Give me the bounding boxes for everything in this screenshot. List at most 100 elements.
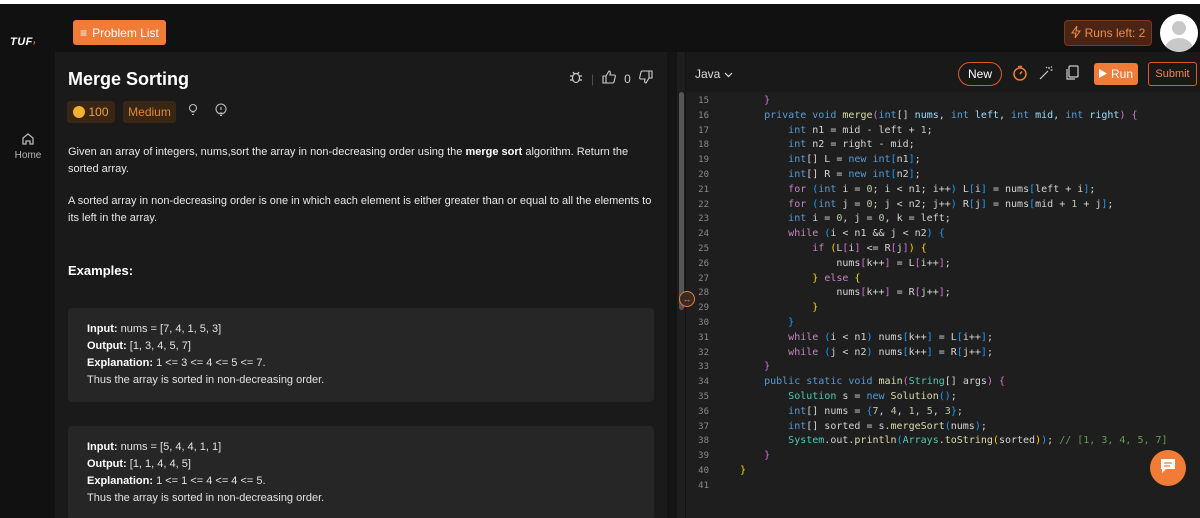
code-text: int[] nums = {7, 4, 1, 5, 3}; <box>788 405 963 417</box>
example-input: Input: nums = [5, 4, 4, 1, 1] <box>87 439 635 456</box>
code-line: 15 } <box>686 94 1200 109</box>
tuf-logo[interactable]: TUF› <box>10 36 36 48</box>
line-number: 26 <box>698 258 709 269</box>
sidebar-item-label: Home <box>14 150 42 161</box>
line-number: 30 <box>698 317 709 328</box>
run-button[interactable]: Run <box>1094 63 1138 85</box>
logo-text: TUF <box>10 36 33 48</box>
example-explanation: Explanation: 1 <= 1 <= 4 <= 4 <= 5. <box>87 473 635 490</box>
code-text: public static void main(String[] args) { <box>764 376 1006 388</box>
line-number: 16 <box>698 110 709 121</box>
output-value: [1, 3, 4, 5, 7] <box>126 340 191 352</box>
copy-icon[interactable] <box>1065 65 1079 86</box>
new-button[interactable]: New <box>958 62 1002 86</box>
code-text: } <box>788 316 795 328</box>
explanation-value: 1 <= 1 <= 4 <= 4 <= 5. <box>153 475 266 487</box>
code-text: nums[k++] = R[j++]; <box>740 287 951 299</box>
code-line: 20 int[] R = new int[n2]; <box>686 168 1200 183</box>
code-line: 35 Solution s = new Solution(); <box>686 390 1200 405</box>
code-line: 36 int[] nums = {7, 4, 1, 5, 3}; <box>686 405 1200 420</box>
sidebar-item-home[interactable]: Home <box>6 132 50 161</box>
code-text: int[] R = new int[n2]; <box>788 168 921 180</box>
page-title: Merge Sorting <box>68 69 190 89</box>
runs-left-button[interactable]: Runs left: 2 <box>1064 20 1152 46</box>
run-label: Run <box>1110 67 1133 81</box>
sidebar: Home <box>0 52 55 518</box>
code-line: 22 for (int j = 0; j < n2; j++) R[j] = n… <box>686 198 1200 213</box>
line-number: 40 <box>698 465 709 476</box>
description-bold: merge sort <box>465 146 523 158</box>
home-icon <box>6 132 50 146</box>
magic-wand-icon[interactable] <box>1038 65 1054 86</box>
coins-badge: 100 <box>67 101 115 123</box>
code-line: 30 } <box>686 316 1200 331</box>
code-text: int[] L = new int[n1]; <box>788 154 921 166</box>
line-number: 34 <box>698 377 709 388</box>
feedback-button[interactable] <box>1150 450 1186 486</box>
code-line: 28 nums[k++] = R[j++]; <box>686 286 1200 301</box>
code-text: int[] sorted = s.mergeSort(nums); <box>788 420 987 432</box>
code-text: Solution s = new Solution(); <box>788 390 957 402</box>
code-text: int n1 = mid - left + 1; <box>788 124 933 136</box>
code-line: 38 System.out.println(Arrays.toString(so… <box>686 434 1200 449</box>
examples-heading: Examples: <box>68 263 134 278</box>
code-text: int n2 = right - mid; <box>788 139 915 151</box>
line-number: 21 <box>698 184 709 195</box>
line-number: 41 <box>698 480 709 491</box>
code-text: nums[k++] = L[i++]; <box>740 257 951 269</box>
code-line: 26 nums[k++] = L[i++]; <box>686 257 1200 272</box>
code-line: 16 private void merge(int[] nums, int le… <box>686 109 1200 124</box>
line-number: 15 <box>698 96 709 106</box>
example-output: Output: [1, 3, 4, 5, 7] <box>87 338 635 355</box>
code-text: } <box>812 302 819 314</box>
resize-handle[interactable]: ↔ <box>679 291 695 307</box>
problem-list-button[interactable]: ≡ Problem List <box>73 20 166 45</box>
line-number: 38 <box>698 436 709 447</box>
code-line: 37 int[] sorted = s.mergeSort(nums); <box>686 420 1200 435</box>
problem-description: Given an array of integers, nums,sort th… <box>68 144 658 178</box>
explanation-label: Explanation: <box>87 475 154 487</box>
submit-button[interactable]: Submit <box>1148 62 1197 86</box>
example-box: Input: nums = [7, 4, 1, 5, 3] Output: [1… <box>68 308 654 402</box>
output-value: [1, 1, 4, 4, 5] <box>126 458 191 470</box>
hint-icon[interactable] <box>187 103 199 120</box>
play-icon <box>1098 67 1107 81</box>
code-text: System.out.println(Arrays.toString(sorte… <box>788 435 1168 447</box>
input-value: nums = [5, 4, 4, 1, 1] <box>117 441 222 453</box>
like-count: 0 <box>624 71 631 86</box>
example-note: Thus the array is sorted in non-decreasi… <box>87 374 325 386</box>
example-note: Thus the array is sorted in non-decreasi… <box>87 492 325 504</box>
code-text: } <box>764 450 771 462</box>
code-text: } <box>764 95 771 106</box>
code-editor[interactable]: Java New Run Submit 15 } 16 private void… <box>686 52 1200 518</box>
language-select[interactable]: Java <box>695 67 733 81</box>
like-icon[interactable] <box>602 70 617 87</box>
line-number: 32 <box>698 347 709 358</box>
code-text: private void merge(int[] nums, int left,… <box>764 109 1138 121</box>
problem-list-label: Problem List <box>92 25 159 40</box>
avatar[interactable] <box>1160 14 1198 52</box>
code-line: 27 } else { <box>686 272 1200 287</box>
line-number: 23 <box>698 214 709 225</box>
timer-icon[interactable] <box>1012 65 1028 86</box>
code-text: } <box>740 464 747 476</box>
code-line: 17 int n1 = mid - left + 1; <box>686 124 1200 139</box>
scrollbar-thumb[interactable] <box>679 92 684 310</box>
dislike-icon[interactable] <box>638 70 653 87</box>
example-explanation: Explanation: 1 <= 3 <= 4 <= 5 <= 7. <box>87 355 635 372</box>
lightbulb-icon[interactable] <box>214 103 228 120</box>
runs-left-label: Runs left: 2 <box>1084 26 1146 40</box>
submit-label: Submit <box>1155 68 1190 80</box>
avatar-head <box>1172 21 1186 35</box>
language-label: Java <box>695 67 721 81</box>
code-line: 18 int n2 = right - mid; <box>686 138 1200 153</box>
code-line: 21 for (int i = 0; i < n1; i++) L[i] = n… <box>686 183 1200 198</box>
code-line: 40} <box>686 464 1200 479</box>
output-label: Output: <box>87 340 127 352</box>
bug-icon[interactable] <box>569 70 583 87</box>
code-area[interactable]: 15 } 16 private void merge(int[] nums, i… <box>686 94 1200 494</box>
line-number: 33 <box>698 362 709 373</box>
difficulty-badge: Medium <box>123 101 176 123</box>
explanation-value: 1 <= 3 <= 4 <= 5 <= 7. <box>153 357 266 369</box>
input-label: Input: <box>87 323 118 335</box>
